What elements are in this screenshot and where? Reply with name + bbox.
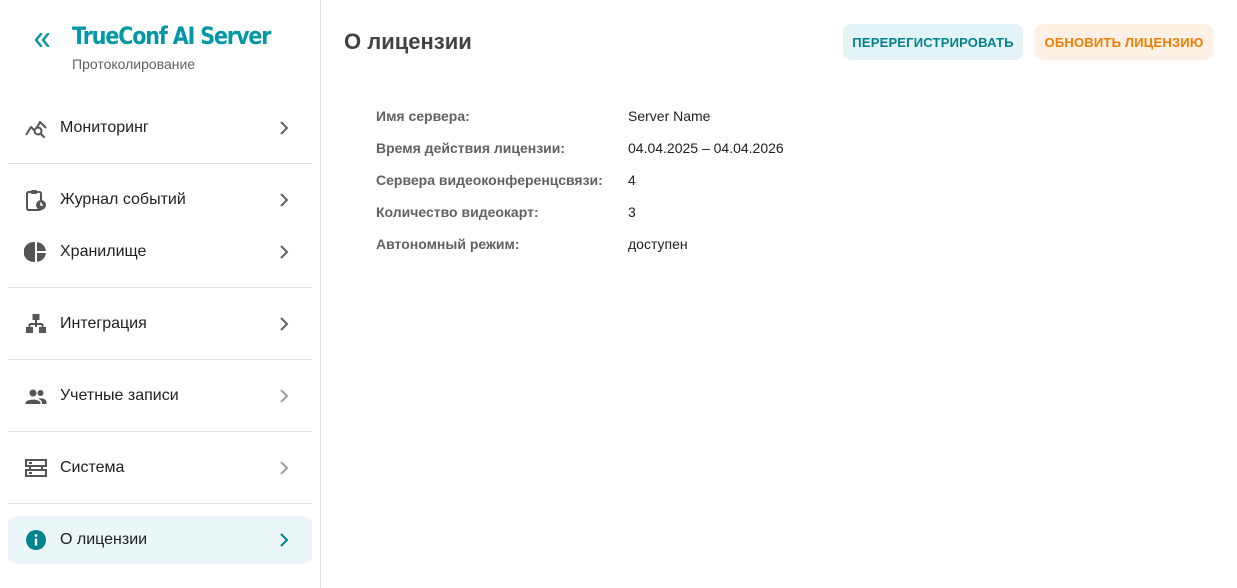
info-label: Количество видеокарт: (376, 204, 539, 220)
sidebar-item-label: Хранилище (60, 243, 147, 260)
update-license-button[interactable]: ОБНОВИТЬ ЛИЦЕНЗИЮ (1035, 24, 1213, 60)
info-value: Server Name (628, 108, 711, 124)
info-label: Сервера видеоконференцсвязи: (376, 172, 603, 188)
divider (8, 163, 312, 164)
chevron-right-icon (272, 456, 296, 480)
info-row-license-period: Время действия лицензии: 04.04.2025 – 04… (376, 132, 976, 164)
sidebar-item-monitoring[interactable]: Мониторинг (8, 104, 312, 152)
info-value: доступен (628, 236, 688, 252)
reregister-button[interactable]: ПЕРЕРЕГИСТРИРОВАТЬ (843, 24, 1023, 60)
server-icon (24, 456, 48, 480)
chevron-right-icon (272, 116, 296, 140)
hierarchy-icon (24, 312, 48, 336)
logo: TrueConf AI Server (72, 22, 271, 50)
chevron-right-icon (272, 384, 296, 408)
info-row-offline-mode: Автономный режим: доступен (376, 228, 976, 260)
sidebar-item-license[interactable]: О лицензии (8, 516, 312, 564)
sidebar-item-integration[interactable]: Интеграция (8, 300, 312, 348)
info-value: 4 (628, 172, 636, 188)
sidebar-item-label: Интеграция (60, 315, 147, 332)
divider (8, 503, 312, 504)
page-title: О лицензии (344, 29, 472, 54)
brand-header: TrueConf AI Server Протоколирование (24, 18, 304, 78)
chevron-right-icon (272, 188, 296, 212)
sidebar-item-label: О лицензии (60, 531, 148, 548)
app-subtitle: Протоколирование (72, 56, 196, 72)
sidebar-item-event-log[interactable]: Журнал событий (8, 176, 312, 224)
license-info: Имя сервера: Server Name Время действия … (376, 100, 976, 260)
chevron-right-icon (272, 312, 296, 336)
sidebar-item-system[interactable]: Система (8, 444, 312, 492)
divider (8, 359, 312, 360)
pie-chart-icon (24, 240, 48, 264)
sidebar-item-label: Мониторинг (60, 119, 149, 136)
sidebar: TrueConf AI Server Протоколирование Мони… (0, 0, 321, 588)
info-row-server-name: Имя сервера: Server Name (376, 100, 976, 132)
info-value: 04.04.2025 – 04.04.2026 (628, 140, 784, 156)
sidebar-item-label: Учетные записи (60, 387, 179, 404)
info-icon (24, 528, 48, 552)
info-row-vc-servers: Сервера видеоконференцсвязи: 4 (376, 164, 976, 196)
monitoring-chart-icon (24, 116, 48, 140)
info-label: Время действия лицензии: (376, 140, 566, 156)
info-label: Имя сервера: (376, 108, 470, 124)
collapse-sidebar-icon[interactable] (30, 28, 54, 52)
info-row-gpu-count: Количество видеокарт: 3 (376, 196, 976, 228)
clipboard-clock-icon (24, 188, 48, 212)
sidebar-item-accounts[interactable]: Учетные записи (8, 372, 312, 420)
divider (8, 287, 312, 288)
sidebar-item-storage[interactable]: Хранилище (8, 228, 312, 276)
info-label: Автономный режим: (376, 236, 520, 252)
chevron-right-icon (272, 240, 296, 264)
divider (8, 431, 312, 432)
info-value: 3 (628, 204, 636, 220)
sidebar-item-label: Журнал событий (60, 191, 186, 208)
main-content: О лицензии ПЕРЕРЕГИСТРИРОВАТЬ ОБНОВИТЬ Л… (321, 0, 1237, 588)
sidebar-item-label: Система (60, 459, 125, 476)
chevron-right-icon (272, 528, 296, 552)
people-icon (24, 384, 48, 408)
